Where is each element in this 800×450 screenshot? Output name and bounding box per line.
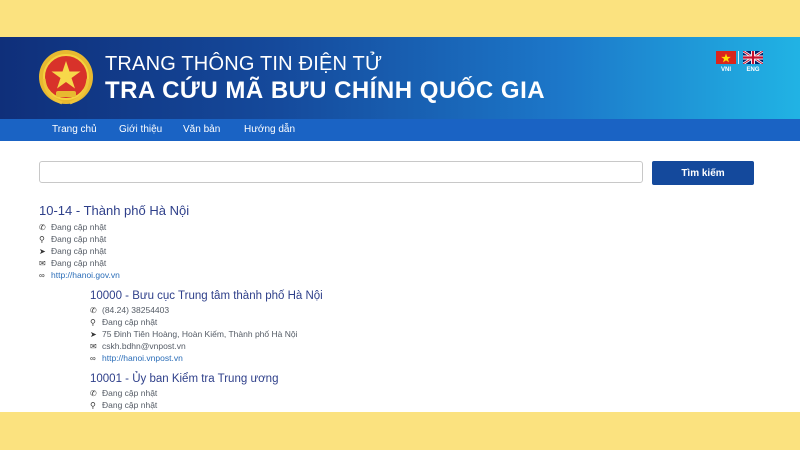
site-title: TRA CỨU MÃ BƯU CHÍNH QUỐC GIA (105, 77, 546, 104)
result-website: ∞ http://hanoi.vnpost.vn (90, 353, 183, 364)
result-location: ⚲ Đang cập nhật (39, 234, 106, 245)
nav-item-about[interactable]: Giới thiệu (119, 119, 162, 141)
result-location: ⚲ Đang cập nhật (90, 317, 157, 328)
main-navigation: Trang chủ Giới thiệu Văn bản Hướng dẫn (0, 119, 800, 141)
language-vietnamese-button[interactable]: VNI (716, 51, 736, 73)
result-email: ✉ Đang cập nhật (39, 258, 106, 269)
nav-item-documents[interactable]: Văn bản (183, 119, 220, 141)
address-text: 75 Đinh Tiên Hoàng, Hoàn Kiếm, Thành phố… (102, 329, 298, 339)
search-button[interactable]: Tìm kiếm (652, 161, 754, 185)
map-marker-icon: ⚲ (90, 401, 96, 410)
location-arrow-icon: ➤ (39, 247, 46, 256)
address-text: Đang cập nhật (51, 246, 107, 256)
site-subtitle: TRANG THÔNG TIN ĐIỆN TỬ (105, 53, 383, 75)
link-icon: ∞ (90, 354, 96, 363)
envelope-icon: ✉ (39, 259, 46, 268)
result-phone: ✆ Đang cập nhật (90, 388, 157, 399)
email-text: cskh.bdhn@vnpost.vn (102, 341, 186, 351)
browser-page: TRANG THÔNG TIN ĐIỆN TỬ TRA CỨU MÃ BƯU C… (0, 37, 800, 412)
location-text: Đang cập nhật (51, 234, 107, 244)
result-location: ⚲ Đang cập nhật (90, 400, 157, 411)
nav-item-home[interactable]: Trang chủ (52, 119, 97, 141)
site-header: TRANG THÔNG TIN ĐIỆN TỬ TRA CỨU MÃ BƯU C… (0, 37, 800, 119)
link-icon: ∞ (39, 271, 45, 280)
phone-text: (84.24) 38254403 (102, 305, 170, 315)
email-text: Đang cập nhật (51, 258, 107, 268)
result-title[interactable]: 10000 - Bưu cục Trung tâm thành phố Hà N… (90, 290, 323, 302)
location-text: Đang cập nhật (102, 400, 158, 410)
phone-icon: ✆ (90, 389, 97, 398)
result-phone: ✆ Đang cập nhật (39, 222, 106, 233)
phone-icon: ✆ (39, 223, 46, 232)
result-title[interactable]: 10001 - Ủy ban Kiểm tra Trung ương (90, 373, 278, 385)
phone-icon: ✆ (90, 306, 97, 315)
search-input[interactable] (39, 161, 643, 183)
result-address: ➤ Đang cập nhật (39, 246, 106, 257)
envelope-icon: ✉ (90, 342, 97, 351)
national-emblem-icon (39, 50, 93, 105)
result-phone: ✆ (84.24) 38254403 (90, 305, 169, 316)
language-divider (738, 51, 739, 64)
location-arrow-icon: ➤ (90, 330, 97, 339)
result-title[interactable]: 10-14 - Thành phố Hà Nội (39, 203, 189, 218)
vietnam-flag-icon (716, 51, 736, 64)
language-english-label: ENG (746, 67, 760, 73)
result-website: ∞ http://hanoi.gov.vn (39, 270, 120, 281)
result-email: ✉ cskh.bdhn@vnpost.vn (90, 341, 186, 352)
uk-flag-icon (743, 51, 763, 64)
map-marker-icon: ⚲ (90, 318, 96, 327)
nav-item-guide[interactable]: Hướng dẫn (244, 119, 295, 141)
language-vietnamese-label: VNI (720, 67, 731, 73)
language-english-button[interactable]: ENG (743, 51, 763, 73)
phone-text: Đang cập nhật (51, 222, 107, 232)
map-marker-icon: ⚲ (39, 235, 45, 244)
phone-text: Đang cập nhật (102, 388, 158, 398)
location-text: Đang cập nhật (102, 317, 158, 327)
website-link[interactable]: http://hanoi.gov.vn (51, 270, 120, 280)
result-address: ➤ 75 Đinh Tiên Hoàng, Hoàn Kiếm, Thành ph… (90, 329, 297, 340)
website-link[interactable]: http://hanoi.vnpost.vn (102, 353, 183, 363)
